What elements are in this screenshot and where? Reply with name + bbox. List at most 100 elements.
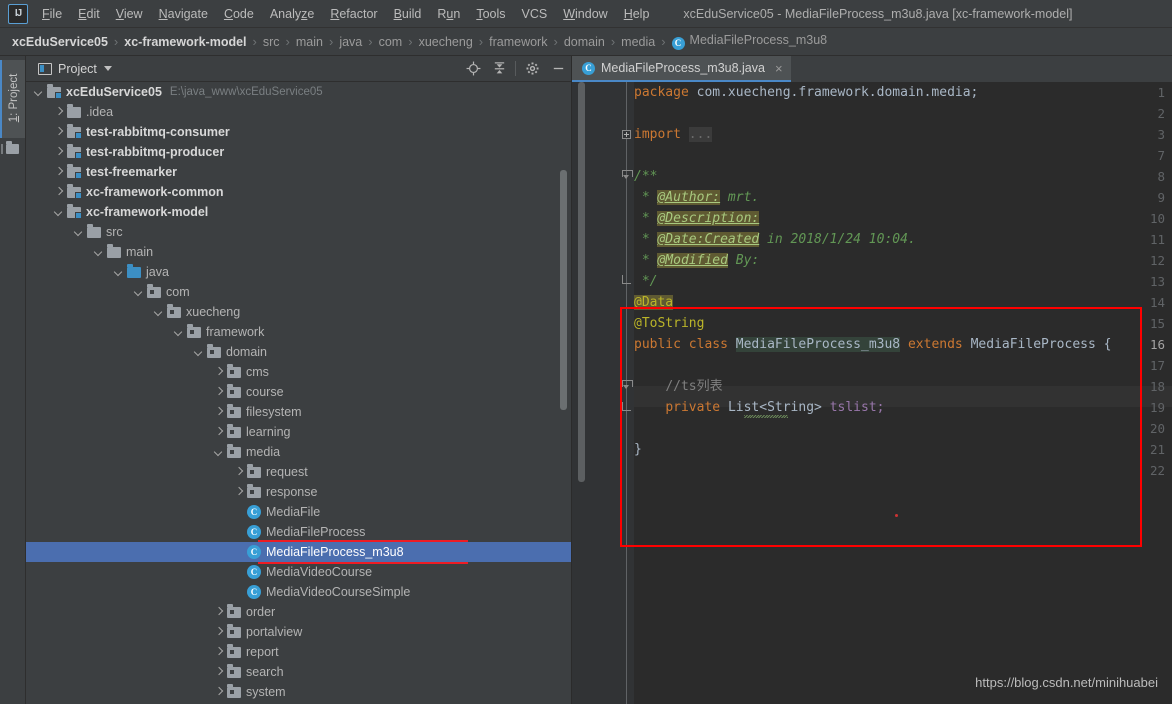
locate-icon[interactable] [460,57,486,81]
menu-item-tools[interactable]: Tools [468,4,513,24]
chevron-down-icon[interactable] [114,267,124,277]
tree-node-main[interactable]: main [26,242,571,262]
chevron-down-icon[interactable] [214,447,224,457]
breadcrumb-item-xceduservice05[interactable]: xcEduService05 [12,35,108,49]
breadcrumb-item-domain[interactable]: domain [564,35,605,49]
breadcrumb-item-java[interactable]: java [339,35,362,49]
chevron-down-icon[interactable] [34,87,44,97]
menu-item-vcs[interactable]: VCS [514,4,556,24]
settings-gear-icon[interactable] [519,57,545,81]
token-import-fold[interactable]: ... [688,127,713,142]
tree-node--idea[interactable]: .idea [26,102,571,122]
fold-collapse-class-icon[interactable] [622,380,633,391]
structure-folder-icon[interactable] [6,141,19,154]
chevron-down-icon[interactable] [194,347,204,357]
menu-item-analyze[interactable]: Analyze [262,4,322,24]
project-tree[interactable]: xcEduService05 E:\java_www\xcEduService05… [26,82,571,704]
tree-node-framework[interactable]: framework [26,322,571,342]
chevron-down-icon[interactable] [103,66,112,71]
chevron-down-icon[interactable] [74,227,84,237]
hide-panel-icon[interactable] [545,57,571,81]
chevron-down-icon[interactable] [54,207,64,217]
tree-node-mediavideocourse[interactable]: C MediaVideoCourse [26,562,571,582]
tree-node-search[interactable]: search [26,662,571,682]
chevron-right-icon[interactable] [214,607,224,617]
tree-node-domain[interactable]: domain [26,342,571,362]
code-folding-strip[interactable] [620,82,634,704]
chevron-right-icon[interactable] [234,467,244,477]
menu-item-view[interactable]: View [108,4,151,24]
menu-item-code[interactable]: Code [216,4,262,24]
chevron-right-icon[interactable] [54,187,64,197]
breadcrumb-item-framework[interactable]: framework [489,35,547,49]
tree-node-test-rabbitmq-consumer[interactable]: test-rabbitmq-consumer [26,122,571,142]
breadcrumb-item-current-class[interactable]: C MediaFileProcess_m3u8 [671,33,827,50]
breadcrumb-item-xuecheng[interactable]: xuecheng [419,35,473,49]
breadcrumb-item-xc-framework-model[interactable]: xc-framework-model [124,35,246,49]
chevron-right-icon[interactable] [214,647,224,657]
chevron-right-icon[interactable] [214,667,224,677]
tree-node-mediafileprocess[interactable]: C MediaFileProcess [26,522,571,542]
tree-node-com[interactable]: com [26,282,571,302]
fold-expand-import-icon[interactable] [622,130,631,139]
tree-node-src[interactable]: src [26,222,571,242]
tree-node-system[interactable]: system [26,682,571,702]
chevron-right-icon[interactable] [54,147,64,157]
tree-node-mediafileprocess-m3u8[interactable]: C MediaFileProcess_m3u8 [26,542,571,562]
chevron-down-icon[interactable] [94,247,104,257]
breadcrumb-item-com[interactable]: com [379,35,403,49]
menu-item-navigate[interactable]: Navigate [151,4,216,24]
editor-body[interactable]: 1 2 3 7 8 9 10 11 12 13 14 15 16 17 18 19 20 21 22 package… [572,82,1172,704]
tree-node-report[interactable]: report [26,642,571,662]
chevron-right-icon[interactable] [214,687,224,697]
breadcrumb-item-src[interactable]: src [263,35,280,49]
close-icon[interactable]: × [775,62,783,75]
tree-node-cms[interactable]: cms [26,362,571,382]
code-text[interactable]: package com.xuecheng.framework.domain.me… [634,82,1172,704]
tree-node-test-rabbitmq-producer[interactable]: test-rabbitmq-producer [26,142,571,162]
tree-node-java[interactable]: java [26,262,571,282]
menu-item-window[interactable]: Window [555,4,615,24]
token-brace-close: } [634,442,642,457]
breadcrumb-item-media[interactable]: media [621,35,655,49]
menu-item-refactor[interactable]: Refactor [322,4,385,24]
tree-node-response[interactable]: response [26,482,571,502]
fold-collapse-javadoc-icon[interactable] [622,170,633,181]
tree-node-media[interactable]: media [26,442,571,462]
tool-window-button-project[interactable]: 1: Project [0,60,25,138]
chevron-right-icon[interactable] [214,407,224,417]
chevron-right-icon[interactable] [214,627,224,637]
tree-node-mediavideocoursesimple[interactable]: C MediaVideoCourseSimple [26,582,571,602]
chevron-down-icon[interactable] [174,327,184,337]
chevron-right-icon[interactable] [214,387,224,397]
menu-item-edit[interactable]: Edit [70,4,108,24]
editor-gutter[interactable] [572,82,620,704]
chevron-right-icon[interactable] [234,487,244,497]
menu-item-run[interactable]: Run [429,4,468,24]
tree-node-xceduservice05[interactable]: xcEduService05 E:\java_www\xcEduService05 [26,82,571,102]
tree-node-xc-framework-model[interactable]: xc-framework-model [26,202,571,222]
breadcrumb-item-main[interactable]: main [296,35,323,49]
editor-tab-mediafileprocess-m3u8[interactable]: C MediaFileProcess_m3u8.java × [572,56,791,82]
chevron-right-icon[interactable] [214,367,224,377]
tree-node-xuecheng[interactable]: xuecheng [26,302,571,322]
tree-node-xc-framework-common[interactable]: xc-framework-common [26,182,571,202]
tree-node-order[interactable]: order [26,602,571,622]
chevron-right-icon[interactable] [214,427,224,437]
tree-node-mediafile[interactable]: C MediaFile [26,502,571,522]
tree-node-request[interactable]: request [26,462,571,482]
tree-node-filesystem[interactable]: filesystem [26,402,571,422]
tree-node-test-freemarker[interactable]: test-freemarker [26,162,571,182]
menu-item-build[interactable]: Build [386,4,430,24]
chevron-right-icon[interactable] [54,107,64,117]
menu-item-file[interactable]: File [34,4,70,24]
chevron-right-icon[interactable] [54,127,64,137]
collapse-all-icon[interactable] [486,57,512,81]
chevron-right-icon[interactable] [54,167,64,177]
chevron-down-icon[interactable] [134,287,144,297]
tree-node-course[interactable]: course [26,382,571,402]
tree-node-portalview[interactable]: portalview [26,622,571,642]
menu-item-help[interactable]: Help [616,4,658,24]
chevron-down-icon[interactable] [154,307,164,317]
tree-node-learning[interactable]: learning [26,422,571,442]
